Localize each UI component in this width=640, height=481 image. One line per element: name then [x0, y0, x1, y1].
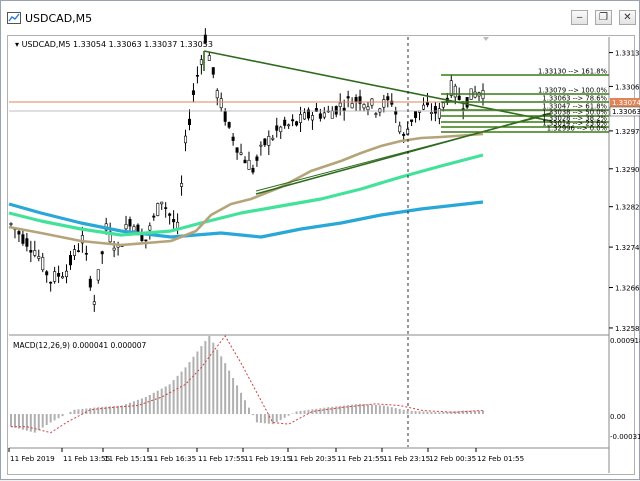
ohlc-values: 1.33054 1.33063 1.33037 1.33053 — [72, 40, 213, 49]
minimize-icon: ‒ — [576, 12, 583, 23]
collapse-arrow-icon[interactable]: ▾ — [15, 40, 19, 49]
title-bar[interactable]: USDCAD,M5 ‒ ❐ ✕ — [1, 1, 639, 34]
chart-header: ▾ USDCAD,M5 1.33054 1.33063 1.33037 1.33… — [15, 40, 213, 49]
maximize-icon: ❐ — [599, 12, 608, 23]
close-button[interactable]: ✕ — [619, 10, 636, 25]
maximize-button[interactable]: ❐ — [595, 10, 612, 25]
minimize-button[interactable]: ‒ — [571, 10, 588, 25]
symbol-label: USDCAD,M5 — [21, 40, 71, 49]
chart-canvas[interactable] — [7, 35, 635, 475]
close-icon: ✕ — [623, 12, 632, 23]
chart-window: USDCAD,M5 ‒ ❐ ✕ ▾ USDCAD,M5 1.33054 1.33… — [0, 0, 640, 480]
macd-label: MACD(12,26,9) 0.000041 0.000007 — [13, 341, 147, 350]
window-title: USDCAD,M5 — [25, 12, 93, 25]
chart-icon — [7, 12, 21, 24]
